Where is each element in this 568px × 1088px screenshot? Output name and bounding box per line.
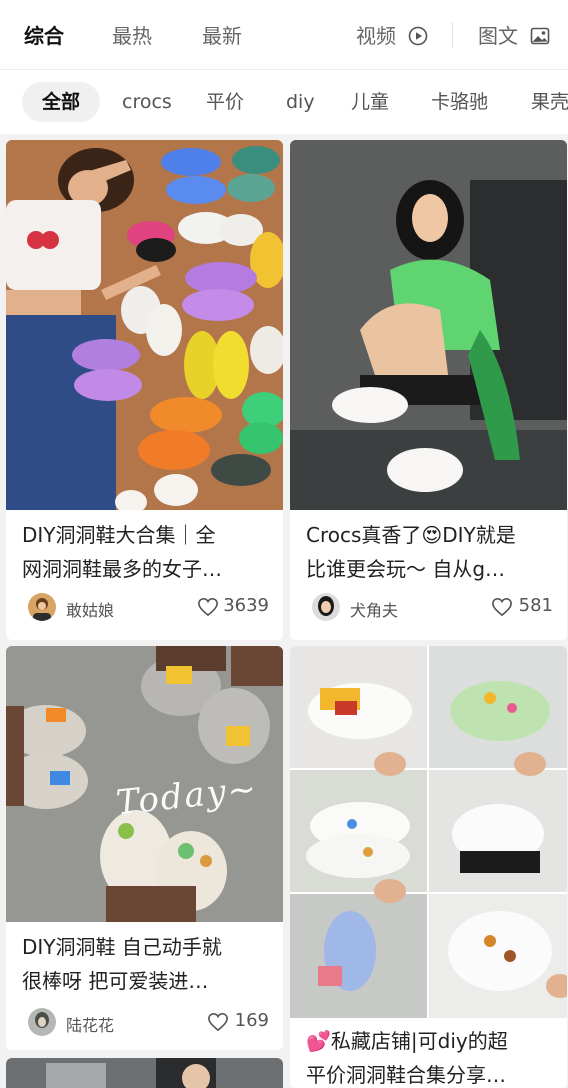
filter-chip-row: 全部 crocs 平价 diy 儿童 卡骆驰 果壳 xyxy=(0,70,568,134)
tab-video[interactable]: 视频 xyxy=(356,22,396,50)
divider xyxy=(452,22,453,48)
chip-affordable[interactable]: 平价 xyxy=(206,82,244,122)
post-title-line: DIY洞洞鞋 自己动手就 xyxy=(22,935,222,959)
post-title-line: 很棒呀 把可爱装进… xyxy=(22,969,209,993)
tab-comprehensive[interactable]: 综合 xyxy=(24,22,64,50)
avatar[interactable] xyxy=(28,593,56,621)
avatar[interactable] xyxy=(312,593,340,621)
chip-kids[interactable]: 儿童 xyxy=(351,82,389,122)
post-cover-image xyxy=(6,140,283,510)
like-count: 3639 xyxy=(223,595,269,616)
post-title-line: 💕私藏店铺|可diy的超 xyxy=(306,1029,508,1053)
avatar[interactable] xyxy=(28,1008,56,1036)
heart-icon[interactable] xyxy=(207,1012,229,1032)
post-meta: 敢姑娘 3639 xyxy=(22,593,269,623)
post-title-line: 网洞洞鞋最多的女子… xyxy=(22,557,222,581)
post-title: DIY洞洞鞋大合集｜全 网洞洞鞋最多的女子… xyxy=(22,518,271,586)
post-card[interactable]: Today~ DIY洞洞鞋 自己动手就 很棒呀 把可爱装进… 陆花花 169 xyxy=(6,646,283,1050)
post-cover-image xyxy=(290,646,567,1018)
post-title-line: 比谁更会玩～ 自从g… xyxy=(306,557,506,581)
post-cover-image xyxy=(290,140,567,510)
post-cover-image xyxy=(6,1058,283,1088)
tab-newest[interactable]: 最新 xyxy=(202,22,242,50)
like-count: 581 xyxy=(518,595,553,616)
post-title-line: 平价洞洞鞋合集分享… xyxy=(306,1063,506,1087)
author-name[interactable]: 陆花花 xyxy=(66,1012,114,1036)
post-card[interactable] xyxy=(6,1058,283,1088)
heart-icon[interactable] xyxy=(197,597,219,617)
image-icon[interactable] xyxy=(530,26,550,46)
sort-tab-bar: 综合 最热 最新 视频 图文 xyxy=(0,0,568,70)
chip-crocs-cn[interactable]: 卡骆驰 xyxy=(431,82,488,122)
post-title: DIY洞洞鞋 自己动手就 很棒呀 把可爱装进… xyxy=(22,930,271,998)
post-card[interactable]: 💕私藏店铺|可diy的超 平价洞洞鞋合集分享… xyxy=(290,646,567,1088)
post-card[interactable]: Crocs真香了😍DIY就是 比谁更会玩～ 自从g… 犬角夫 581 xyxy=(290,140,567,640)
post-title-line: DIY洞洞鞋大合集｜全 xyxy=(22,523,216,547)
post-meta: 犬角夫 581 xyxy=(306,593,553,623)
author-name[interactable]: 犬角夫 xyxy=(350,597,398,621)
chip-all[interactable]: 全部 xyxy=(22,82,101,122)
chip-diy[interactable]: diy xyxy=(286,82,315,122)
heart-icon[interactable] xyxy=(491,597,513,617)
like-count: 169 xyxy=(234,1010,269,1031)
post-title-line: Crocs真香了😍DIY就是 xyxy=(306,523,516,547)
author-name[interactable]: 敢姑娘 xyxy=(66,597,114,621)
chip-jibbitz[interactable]: 果壳 xyxy=(531,82,568,122)
tab-image-text[interactable]: 图文 xyxy=(478,22,518,50)
post-title: Crocs真香了😍DIY就是 比谁更会玩～ 自从g… xyxy=(306,518,555,586)
chip-crocs[interactable]: crocs xyxy=(122,82,172,122)
play-circle-icon[interactable] xyxy=(408,26,428,46)
tab-hottest[interactable]: 最热 xyxy=(112,22,152,50)
post-card[interactable]: DIY洞洞鞋大合集｜全 网洞洞鞋最多的女子… 敢姑娘 3639 xyxy=(6,140,283,640)
post-cover-image: Today~ xyxy=(6,646,283,922)
post-title: 💕私藏店铺|可diy的超 平价洞洞鞋合集分享… xyxy=(306,1024,555,1088)
post-meta: 陆花花 169 xyxy=(22,1008,269,1038)
